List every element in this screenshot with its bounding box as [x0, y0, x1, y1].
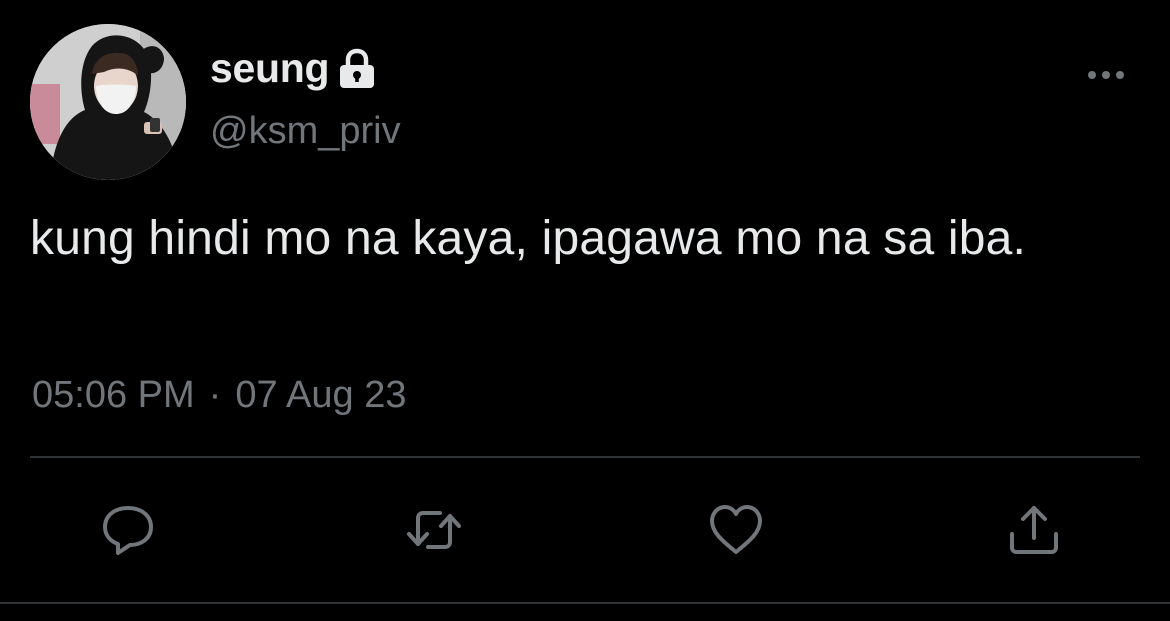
- tweet-date[interactable]: 07 Aug 23: [235, 374, 406, 417]
- divider: [30, 456, 1140, 458]
- retweet-arrows-icon: [407, 511, 461, 549]
- timestamp-separator: ·: [208, 374, 222, 416]
- bottom-divider: [0, 602, 1170, 604]
- tweet-time[interactable]: 05:06 PM: [32, 374, 195, 417]
- tweet-text: kung hindi mo na kaya, ipagawa mo na sa …: [30, 212, 1027, 265]
- reply-button[interactable]: [98, 500, 158, 560]
- author-name-row[interactable]: seung: [210, 42, 377, 94]
- tweet-timestamp[interactable]: 05:06 PM · 07 Aug 23: [32, 374, 406, 417]
- avatar[interactable]: [30, 24, 186, 180]
- lock-icon: [337, 48, 377, 90]
- more-options-icon: [1088, 71, 1124, 79]
- like-button[interactable]: [706, 500, 766, 560]
- user-handle[interactable]: @ksm_priv: [210, 110, 401, 153]
- avatar-photo: [30, 24, 186, 180]
- display-name[interactable]: seung: [210, 45, 330, 92]
- retweet-button[interactable]: [404, 500, 464, 560]
- share-button[interactable]: [1004, 500, 1064, 560]
- speech-bubble-icon: [103, 506, 153, 555]
- share-upload-icon: [1010, 506, 1058, 554]
- more-options-button[interactable]: [1086, 60, 1126, 90]
- heart-icon: [710, 505, 762, 554]
